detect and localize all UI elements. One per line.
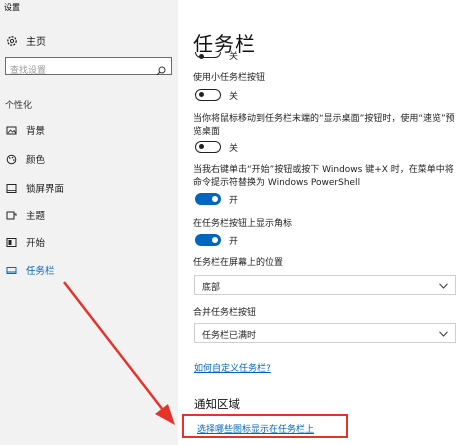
search-input[interactable]: [10, 64, 150, 78]
image-icon: [6, 125, 17, 136]
taskbar-position-label: 任务栏在屏幕上的位置: [193, 258, 284, 268]
show-badges-label: 在任务栏按钮上显示角标: [193, 219, 293, 229]
taskbar-icon: [6, 265, 17, 276]
search-box[interactable]: [5, 57, 172, 78]
toggle-state-label: 关: [229, 52, 239, 62]
gear-icon: [6, 35, 18, 47]
annotation-highlight-box: [182, 414, 348, 438]
notification-area-title: 通知区域: [194, 397, 240, 411]
show-badges-toggle[interactable]: [195, 234, 221, 246]
theme-icon: [6, 210, 17, 221]
peek-desktop-label: 当你将鼠标移动到任务栏末端的“显示桌面”按钮时，使用“速览”预览桌面: [193, 114, 455, 137]
top-partial-toggle[interactable]: [195, 52, 221, 59]
sidebar-item-themes[interactable]: 主题: [6, 208, 45, 222]
sidebar-item-background[interactable]: 背景: [6, 123, 45, 137]
search-icon[interactable]: [156, 61, 166, 76]
palette-icon: [6, 154, 17, 165]
peek-desktop-toggle[interactable]: [195, 141, 221, 153]
start-icon: [6, 237, 17, 248]
home-nav-item[interactable]: 主页: [6, 33, 46, 48]
window-title: 设置: [4, 3, 20, 12]
toggle-state-label: 开: [229, 196, 239, 206]
sidebar-item-taskbar[interactable]: 任务栏: [6, 263, 55, 277]
customize-taskbar-link[interactable]: 如何自定义任务栏?: [194, 361, 271, 374]
sidebar-item-start[interactable]: 开始: [6, 235, 45, 249]
powershell-replace-label: 当我右键单击“开始”按钮或按下 Windows 键+X 时，在菜单中将命令提示符…: [193, 165, 454, 188]
chevron-down-icon: [439, 282, 448, 289]
taskbar-position-select[interactable]: 底部: [194, 275, 456, 295]
toggle-state-label: 开: [229, 237, 239, 247]
sidebar-item-label: 主题: [26, 211, 46, 222]
sidebar-item-label: 颜色: [26, 155, 46, 166]
small-taskbar-buttons-toggle[interactable]: [195, 89, 221, 101]
sidebar-item-label: 任务栏: [26, 266, 55, 277]
chevron-down-icon: [439, 330, 448, 337]
combine-buttons-label: 合并任务栏按钮: [193, 308, 257, 318]
small-taskbar-buttons-label: 使用小任务栏按钮: [193, 73, 266, 83]
home-label: 主页: [26, 37, 46, 48]
select-value: 任务栏已满时: [202, 331, 257, 341]
sidebar: 设置 主页 个性化 背景 颜色 锁屏界面 主题: [0, 0, 178, 445]
toggle-state-label: 关: [229, 92, 239, 102]
section-label-personalization: 个性化: [5, 101, 33, 111]
sidebar-item-lock-screen[interactable]: 锁屏界面: [6, 181, 64, 195]
sidebar-item-label: 锁屏界面: [26, 184, 65, 195]
lock-screen-icon: [6, 183, 17, 194]
sidebar-item-colors[interactable]: 颜色: [6, 152, 45, 166]
sidebar-item-label: 背景: [26, 126, 46, 137]
combine-buttons-select[interactable]: 任务栏已满时: [194, 323, 456, 343]
select-value: 底部: [202, 283, 221, 293]
toggle-state-label: 关: [229, 144, 239, 154]
sidebar-item-label: 开始: [26, 238, 46, 249]
powershell-replace-toggle[interactable]: [195, 193, 221, 205]
